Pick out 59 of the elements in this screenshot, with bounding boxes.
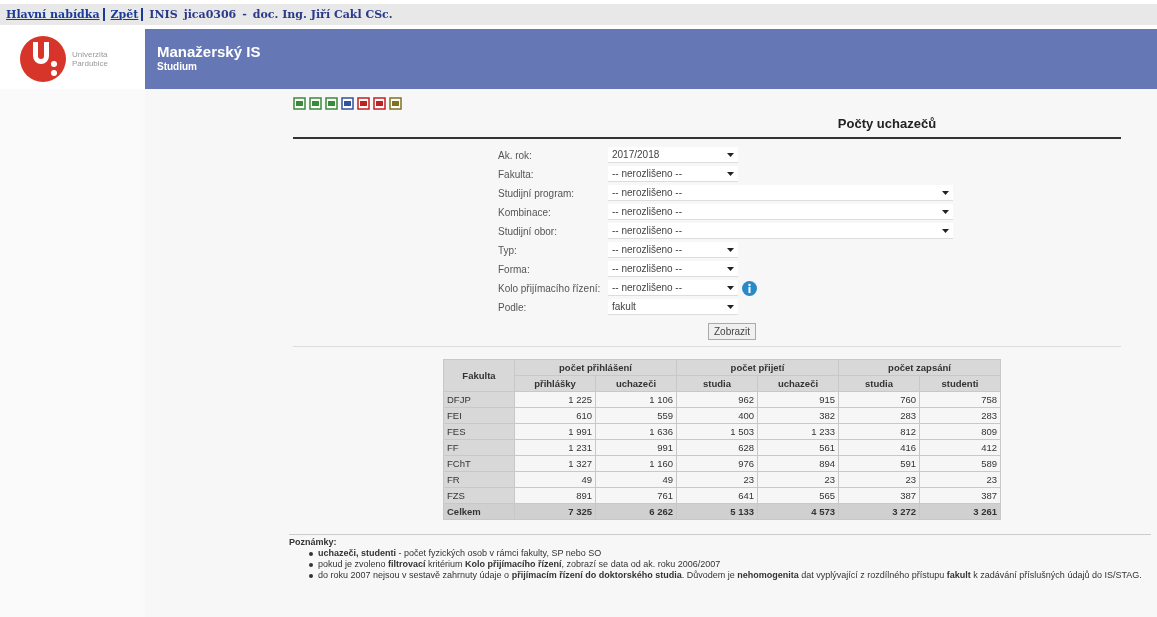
nav-link[interactable]: Hlavní nabídka xyxy=(6,8,105,21)
logo-text: Univerzita xyxy=(72,50,109,59)
notes-title: Poznámky: xyxy=(289,537,338,547)
export-icon[interactable] xyxy=(357,97,370,110)
filter-label: Typ: xyxy=(498,244,518,256)
caret-icon xyxy=(727,247,734,252)
dropdown[interactable]: -- nerozlišeno -- xyxy=(608,223,953,239)
dropdown[interactable]: -- nerozlišeno -- xyxy=(608,242,738,258)
caret-icon xyxy=(727,171,734,176)
export-icon[interactable] xyxy=(389,97,402,110)
dropdown[interactable]: -- nerozlišeno -- xyxy=(608,280,738,296)
bullet-icon xyxy=(309,552,313,556)
export-icon[interactable] xyxy=(373,97,386,110)
column-group-header: počet přihlášení xyxy=(514,359,677,376)
column-group-header: počet přijetí xyxy=(676,359,839,376)
filter-label: Kolo přijímacího řízení: xyxy=(498,282,602,294)
export-icon[interactable] xyxy=(341,97,354,110)
caret-icon xyxy=(727,304,734,309)
page-title: Počty uchazečů xyxy=(293,116,1121,139)
logo-text: Pardubice xyxy=(72,59,109,68)
export-icon[interactable] xyxy=(309,97,322,110)
app-subtitle: Studium xyxy=(157,61,198,72)
caret-icon xyxy=(942,209,949,214)
export-icon[interactable] xyxy=(293,97,306,110)
nav-link[interactable]: Zpět xyxy=(110,8,144,21)
filter-label: Ak. rok: xyxy=(498,149,533,161)
note-text: uchazeči, studenti - počet fyzických osob v rámci fakulty, SP nebo SO xyxy=(318,548,602,558)
show-button[interactable]: Zobrazit xyxy=(708,323,757,340)
app-name: INIS xyxy=(149,8,178,21)
filter-label: Fakulta: xyxy=(498,168,535,180)
bullet-icon xyxy=(309,574,313,578)
info-icon[interactable] xyxy=(742,280,757,296)
dropdown[interactable]: fakult xyxy=(608,299,738,315)
export-icon[interactable] xyxy=(325,97,338,110)
dropdown[interactable]: -- nerozlišeno -- xyxy=(608,204,953,220)
separator-text: - xyxy=(242,8,247,21)
caret-icon xyxy=(727,152,734,157)
note-text: do roku 2007 nejsou v sestavě zahrnuty údaje o přijímacím řízení do doktorského studia. Důvodem je nehomogenita dat vyplývající z rozdílného přístupu fakult k zadávání příslušných údajů do IS/STAG. xyxy=(318,570,1142,580)
filter-label: Forma: xyxy=(498,263,531,275)
filter-label: Kombinace: xyxy=(498,206,552,218)
note-text: pokud je zvoleno filtrovací kritérium Kolo přijímacího řízení, zobrazí se data od ak. roku 2006/2007 xyxy=(318,559,721,569)
filter-label: Podle: xyxy=(498,301,528,313)
caret-icon xyxy=(942,190,949,195)
column-header: Fakulta xyxy=(443,359,515,392)
app-title: Manažerský IS xyxy=(157,43,262,60)
dropdown[interactable]: 2017/2018 xyxy=(608,147,738,163)
logo-icon xyxy=(20,36,66,82)
dropdown[interactable]: -- nerozlišeno -- xyxy=(608,185,953,201)
column-group-header: počet zapsání xyxy=(838,359,1001,376)
dropdown[interactable]: -- nerozlišeno -- xyxy=(608,261,738,277)
user-name: doc. Ing. Jiří Cakl CSc. xyxy=(252,8,393,21)
caret-icon xyxy=(727,266,734,271)
filter-label: Studijní obor: xyxy=(498,225,558,237)
user-id: jica0306 xyxy=(183,8,237,21)
dropdown[interactable]: -- nerozlišeno -- xyxy=(608,166,738,182)
filter-label: Studijní program: xyxy=(498,187,576,199)
caret-icon xyxy=(942,228,949,233)
bullet-icon xyxy=(309,563,313,567)
caret-icon xyxy=(727,285,734,290)
